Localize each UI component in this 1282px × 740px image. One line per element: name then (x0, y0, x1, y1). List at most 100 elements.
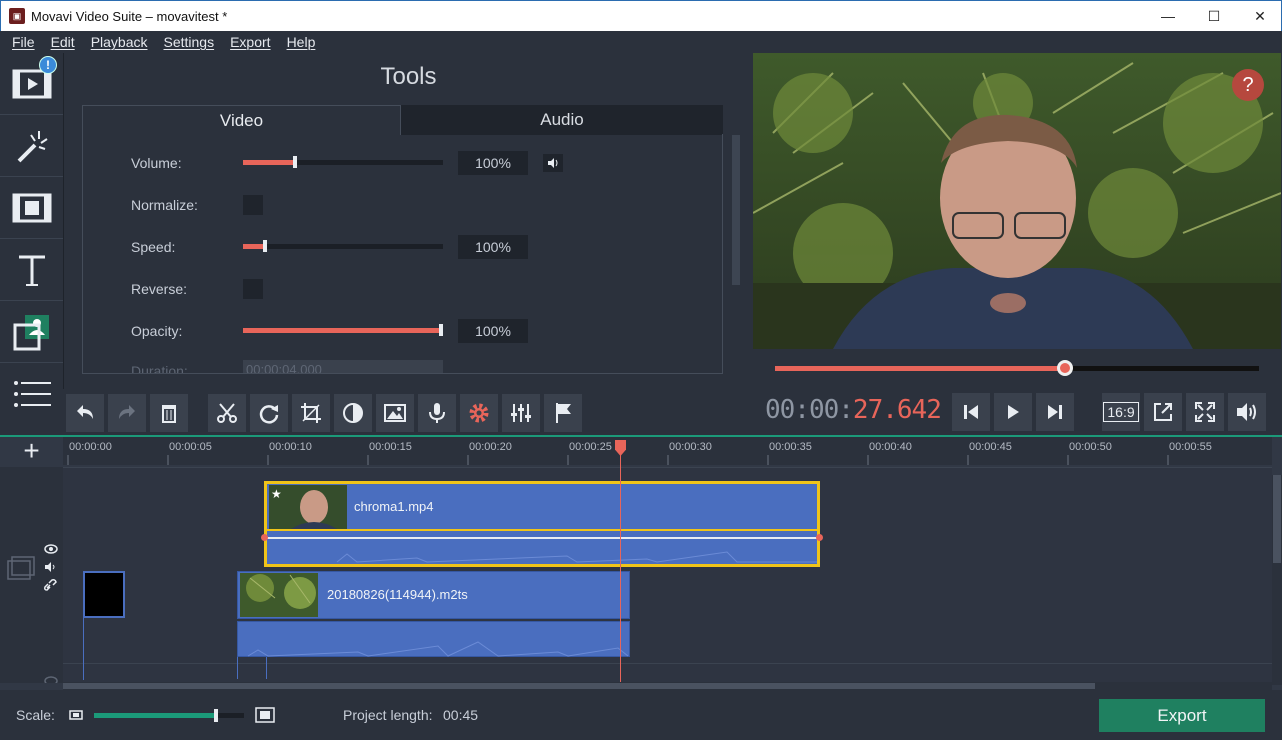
status-bar: Scale: Project length: 00:45 Export (0, 690, 1282, 740)
timecode-prefix: 00:00: (765, 395, 854, 425)
reverse-label: Reverse: (131, 281, 188, 297)
speed-slider-handle[interactable] (263, 240, 267, 252)
black-clip[interactable] (83, 571, 125, 618)
record-audio-button[interactable] (418, 394, 456, 432)
overlay-clip[interactable]: ★ chroma1.mp4 (261, 481, 823, 567)
volume-keyframe[interactable] (816, 534, 823, 541)
speed-value[interactable]: 100% (458, 235, 528, 259)
redo-button[interactable] (108, 394, 146, 432)
rotate-icon (259, 405, 279, 424)
flag-icon (556, 403, 571, 423)
import-button[interactable]: ! (0, 53, 63, 115)
zoom-out-film-icon[interactable] (69, 709, 83, 721)
fullscreen-button[interactable] (1186, 393, 1224, 431)
timeline-vertical-scrollbar[interactable] (1272, 475, 1282, 685)
play-button[interactable] (994, 393, 1032, 431)
horizontal-scrollbar-thumb[interactable] (63, 683, 1095, 689)
export-button[interactable]: Export (1099, 699, 1265, 732)
aspect-ratio-button[interactable]: 16:9 (1102, 393, 1140, 431)
opacity-slider-handle[interactable] (439, 324, 443, 336)
scale-slider[interactable] (94, 709, 244, 722)
skip-forward-icon (1048, 405, 1062, 419)
menu-bar: File Edit Playback Settings Export Help (0, 31, 1282, 53)
undo-button[interactable] (66, 394, 104, 432)
scale-slider-fill (94, 713, 214, 718)
audio-clip[interactable] (237, 621, 630, 657)
volume-slider-handle[interactable] (293, 156, 297, 168)
color-adjust-button[interactable] (334, 394, 372, 432)
track-divider (63, 663, 1272, 664)
scale-slider-handle[interactable] (214, 709, 218, 722)
close-button[interactable]: ✕ (1237, 1, 1282, 31)
clip-thumbnail (240, 573, 318, 617)
crop-button[interactable] (292, 394, 330, 432)
project-length-value: 00:45 (443, 707, 479, 723)
menu-settings[interactable]: Settings (164, 34, 215, 50)
progress-handle[interactable] (1057, 360, 1074, 376)
playback-progress[interactable] (775, 360, 1259, 376)
tools-scrollbar[interactable] (732, 135, 740, 375)
tab-video[interactable]: Video (82, 105, 401, 135)
normalize-checkbox[interactable] (243, 195, 263, 215)
volume-value[interactable]: 100% (458, 151, 528, 175)
titles-button[interactable] (0, 239, 63, 301)
add-track-button[interactable]: + (0, 435, 63, 466)
preview-image (753, 53, 1281, 349)
cut-button[interactable] (208, 394, 246, 432)
tools-panel: Tools Video Audio Volume: 100% Normalize… (63, 53, 752, 389)
edit-toolbar (63, 389, 752, 435)
opacity-slider[interactable] (243, 324, 443, 336)
time-ruler[interactable]: 00:00:00 00:00:05 00:00:10 00:00:15 00:0… (63, 437, 1272, 465)
speed-slider[interactable] (243, 240, 443, 252)
volume-line[interactable] (267, 537, 817, 539)
menu-file[interactable]: File (12, 34, 35, 50)
rotate-button[interactable] (250, 394, 288, 432)
vertical-scrollbar-thumb[interactable] (1273, 475, 1281, 563)
volume-button[interactable] (1228, 393, 1266, 431)
text-icon (18, 255, 45, 286)
external-window-icon (1154, 403, 1172, 421)
overlay-button[interactable] (0, 301, 63, 363)
volume-keyframe[interactable] (261, 534, 268, 541)
timeline-horizontal-scrollbar[interactable] (63, 682, 1272, 690)
tab-audio[interactable]: Audio (401, 105, 723, 135)
speaker-icon[interactable] (543, 154, 563, 172)
delete-button[interactable] (150, 394, 188, 432)
minimize-button[interactable]: — (1145, 1, 1191, 31)
title-bar: ▣ Movavi Video Suite – movavitest * — ☐ … (0, 0, 1282, 31)
opacity-value[interactable]: 100% (458, 319, 528, 343)
zoom-in-film-icon[interactable] (255, 707, 275, 723)
mute-speaker-icon[interactable] (44, 562, 58, 572)
reverse-checkbox[interactable] (243, 279, 263, 299)
more-tools-button[interactable] (0, 363, 63, 425)
tools-scrollbar-thumb[interactable] (732, 135, 740, 285)
menu-edit[interactable]: Edit (51, 34, 75, 50)
detach-preview-button[interactable] (1144, 393, 1182, 431)
timeline-tracks[interactable]: ★ chroma1.mp4 20180826(114944).m2ts (63, 467, 1272, 683)
audio-waveform (336, 551, 817, 563)
project-length-label: Project length: (343, 707, 433, 723)
maximize-button[interactable]: ☐ (1191, 1, 1237, 31)
video-properties: Volume: 100% Normalize: Speed: 100% Reve… (82, 134, 723, 374)
menu-help[interactable]: Help (287, 34, 316, 50)
duration-label: Duration: (131, 363, 188, 374)
media-properties-button[interactable] (376, 394, 414, 432)
audio-equalizer-button[interactable] (502, 394, 540, 432)
video-clip[interactable]: 20180826(114944).m2ts (237, 571, 630, 619)
eye-icon[interactable] (44, 676, 58, 683)
clip-properties-button[interactable] (460, 394, 498, 432)
volume-slider[interactable] (243, 156, 443, 168)
next-button[interactable] (1036, 393, 1074, 431)
help-button[interactable]: ? (1232, 69, 1264, 101)
list-icon (13, 381, 51, 407)
menu-export[interactable]: Export (230, 34, 270, 50)
menu-playback[interactable]: Playback (91, 34, 148, 50)
video-preview[interactable] (753, 53, 1281, 349)
duration-field[interactable]: 00:00:04.000 (243, 360, 443, 373)
previous-button[interactable] (952, 393, 990, 431)
transitions-button[interactable] (0, 177, 63, 239)
link-icon[interactable] (44, 579, 58, 591)
filters-button[interactable] (0, 115, 63, 177)
visibility-eye-icon[interactable] (44, 544, 58, 554)
add-marker-button[interactable] (544, 394, 582, 432)
